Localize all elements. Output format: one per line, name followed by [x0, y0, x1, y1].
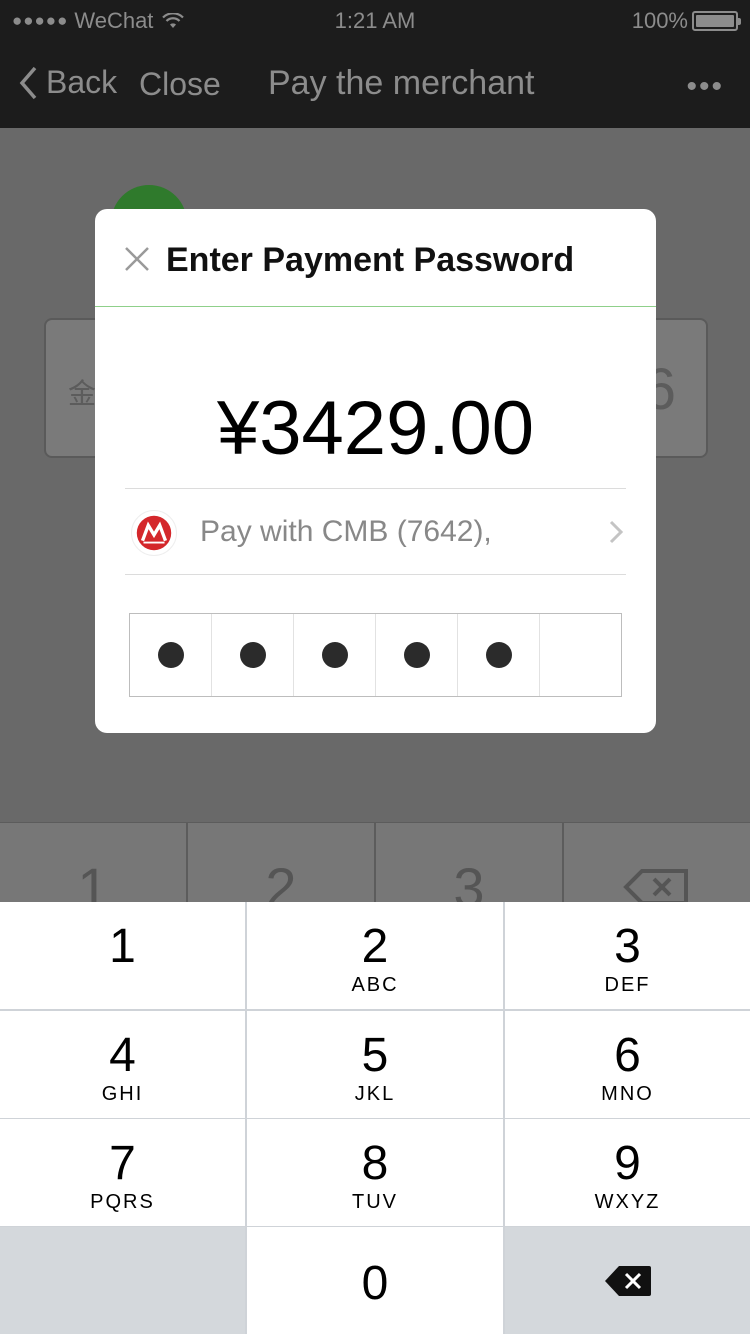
password-digit-cell — [212, 614, 294, 696]
password-dot — [321, 642, 348, 668]
key-digit: 7 — [109, 1137, 136, 1190]
key-blank — [0, 1227, 245, 1334]
key-0[interactable]: 0 — [247, 1227, 503, 1334]
password-dot — [485, 642, 512, 668]
dialog-title: Enter Payment Password — [166, 241, 575, 279]
background-key: 3 — [376, 823, 564, 902]
payment-method-label: Pay with CMB (7642), — [200, 515, 492, 548]
key-digit: 1 — [109, 920, 136, 973]
close-icon[interactable] — [123, 245, 151, 273]
key-digit: 2 — [361, 920, 389, 973]
password-digit-cell — [540, 614, 621, 696]
battery-icon — [692, 11, 741, 31]
password-input[interactable] — [129, 613, 622, 697]
password-digit-cell — [294, 614, 376, 696]
dialog-header: Enter Payment Password — [95, 209, 656, 307]
key-8[interactable]: 8 TUV — [247, 1119, 503, 1226]
divider — [125, 574, 626, 575]
key-letters: JKL — [354, 1083, 396, 1105]
password-dot — [157, 642, 184, 668]
delete-key[interactable] — [505, 1227, 750, 1334]
chevron-left-icon — [19, 66, 37, 99]
password-digit-cell — [130, 614, 212, 696]
payment-password-dialog: Enter Payment Password ¥3429.00 Pay with… — [95, 209, 656, 733]
password-dot — [239, 642, 266, 668]
key-digit: 9 — [614, 1137, 641, 1190]
key-4[interactable]: 4 GHI — [0, 1011, 245, 1118]
key-1[interactable]: 1 — [0, 902, 245, 1009]
background-delete-key — [564, 823, 750, 902]
chevron-right-icon — [609, 520, 624, 544]
key-7[interactable]: 7 PQRS — [0, 1119, 245, 1226]
key-9[interactable]: 9 WXYZ — [505, 1119, 750, 1226]
key-letters: GHI — [101, 1083, 144, 1105]
key-3[interactable]: 3 DEF — [505, 902, 750, 1009]
top-bar: ●●●●● WeChat 1:21 AM 100% Back Close Pay… — [0, 0, 750, 128]
back-button[interactable]: Back — [18, 64, 117, 101]
status-bar: ●●●●● WeChat 1:21 AM 100% — [0, 0, 750, 40]
key-digit: 6 — [614, 1029, 641, 1082]
background-key: 2 — [188, 823, 376, 902]
key-5[interactable]: 5 JKL — [247, 1011, 503, 1118]
close-button[interactable]: Close — [139, 66, 221, 103]
key-digit: 4 — [109, 1029, 136, 1082]
key-letters: MNO — [601, 1083, 654, 1105]
password-digit-cell — [376, 614, 458, 696]
key-letters: ABC — [351, 974, 399, 996]
key-2[interactable]: 2 ABC — [247, 902, 503, 1009]
payment-amount: ¥3429.00 — [217, 386, 534, 471]
key-digit: 5 — [361, 1029, 389, 1082]
background-keypad: 1 2 3 — [0, 822, 750, 902]
password-digit-cell — [458, 614, 540, 696]
key-letters: PQRS — [90, 1191, 155, 1213]
key-digit: 3 — [614, 920, 641, 973]
amount-input-label: 金 — [68, 378, 97, 409]
password-dot — [403, 642, 430, 668]
numeric-keypad: 1 2 ABC 3 DEF 4 GHI 5 JKL 6 MNO 7 PQRS 8… — [0, 902, 750, 1334]
backspace-icon — [623, 869, 688, 902]
key-digit: 0 — [361, 1257, 389, 1310]
key-letters: WXYZ — [594, 1191, 661, 1213]
key-letters: TUV — [352, 1191, 398, 1213]
navigation-bar: Back Close Pay the merchant ••• — [0, 40, 750, 128]
page-title: Pay the merchant — [268, 64, 535, 102]
key-6[interactable]: 6 MNO — [505, 1011, 750, 1118]
battery-percent: 100% — [631, 8, 688, 33]
background-key: 1 — [0, 823, 188, 902]
key-digit: 8 — [361, 1137, 389, 1190]
key-letters: DEF — [604, 974, 651, 996]
backspace-icon — [604, 1266, 651, 1296]
back-label: Back — [46, 64, 118, 100]
payment-method-selector[interactable]: Pay with CMB (7642), — [125, 489, 626, 574]
more-options-button[interactable]: ••• — [686, 70, 724, 104]
cmb-bank-logo-icon — [131, 510, 177, 556]
